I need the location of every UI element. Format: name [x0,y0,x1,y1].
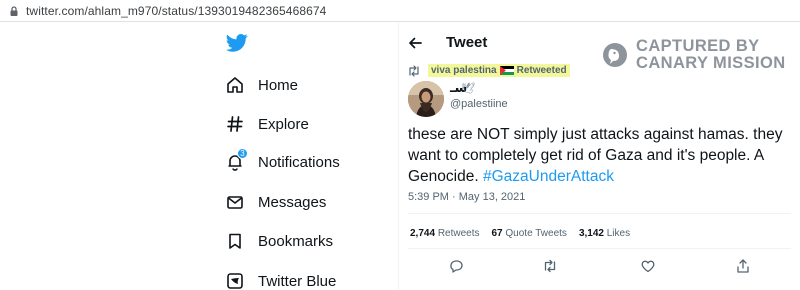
retweets-label: Retweets [437,228,480,239]
sidebar-item-messages[interactable]: Messages [226,189,326,215]
sidebar-item-twitter-blue[interactable]: Twitter Blue [226,268,336,290]
sidebar-item-label: Home [258,76,299,94]
sidebar-item-label: Messages [258,193,327,211]
watermark-line-2: CANARY MISSION [636,54,786,72]
lock-icon [8,5,20,17]
hashtag-link[interactable]: #GazaUnderAttack [483,168,614,185]
sidebar-item-bookmarks[interactable]: Bookmarks [226,228,333,254]
reply-icon[interactable] [448,258,464,274]
retweets-stat[interactable]: 2,744 Retweets [410,228,480,239]
twitter-blue-icon [226,272,244,290]
page-title: Tweet [446,34,488,51]
tweet-text: these are NOT simply just attacks agains… [408,124,788,187]
tweet-actions [399,258,800,278]
sidebar-item-notifications[interactable]: 3 Notifications [226,148,340,175]
bell-icon: 3 [226,148,248,171]
retweeted-by-highlight[interactable]: viva palestina Retweeted [428,64,570,77]
retweeted-label: Retweeted [516,65,567,76]
divider [408,213,791,214]
tweet-stats: 2,744 Retweets 67 Quote Tweets 3,142 Lik… [410,228,642,239]
divider [408,248,791,249]
quotes-count: 67 [491,228,503,239]
notification-badge: 3 [237,148,248,159]
bookmark-icon [226,232,244,250]
tweet-timestamp[interactable]: 5:39 PM · May 13, 2021 [408,191,525,203]
home-icon [226,76,244,94]
author-handle[interactable]: @palestiine [450,98,508,110]
retweeter-name[interactable]: viva palestina [431,65,497,76]
like-heart-icon[interactable] [640,258,656,274]
sidebar-item-label: Notifications [258,153,340,171]
watermark-line-1: CAPTURED BY [636,37,760,55]
canary-mission-logo-icon [602,42,628,68]
sidebar-nav: Home Explore 3 Notifications Messages Bo… [222,22,392,290]
share-icon[interactable] [735,258,751,274]
quotes-label: Quote Tweets [505,228,567,239]
retweets-count: 2,744 [410,228,436,239]
url-text[interactable]: twitter.com/ahlam_m970/status/1393019482… [26,4,326,18]
likes-count: 3,142 [578,228,604,239]
sidebar-item-label: Twitter Blue [258,272,337,290]
dove-icon: 🕊 [461,83,475,95]
quote-tweets-stat[interactable]: 67 Quote Tweets [492,228,567,239]
watermark-text: CAPTURED BY CANARY MISSION [636,38,786,72]
back-arrow-icon[interactable] [408,36,422,50]
sidebar-item-label: Bookmarks [258,232,334,250]
canary-mission-watermark: CAPTURED BY CANARY MISSION [602,36,798,74]
sidebar-item-explore[interactable]: Explore [226,111,309,137]
likes-stat[interactable]: 3,142 Likes [579,228,630,239]
hashtag-icon [226,115,244,133]
retweet-context: viva palestina Retweeted [407,64,570,77]
twitter-logo-icon[interactable] [226,33,248,53]
browser-address-bar[interactable]: twitter.com/ahlam_m970/status/1393019482… [0,0,800,22]
avatar[interactable] [408,81,444,117]
sidebar-item-label: Explore [258,115,309,133]
retweet-icon[interactable] [542,258,558,274]
palestine-flag-icon [499,66,514,75]
retweet-small-icon [407,64,421,77]
likes-label: Likes [606,228,631,239]
envelope-icon [226,193,244,211]
sidebar-item-home[interactable]: Home [226,72,298,98]
